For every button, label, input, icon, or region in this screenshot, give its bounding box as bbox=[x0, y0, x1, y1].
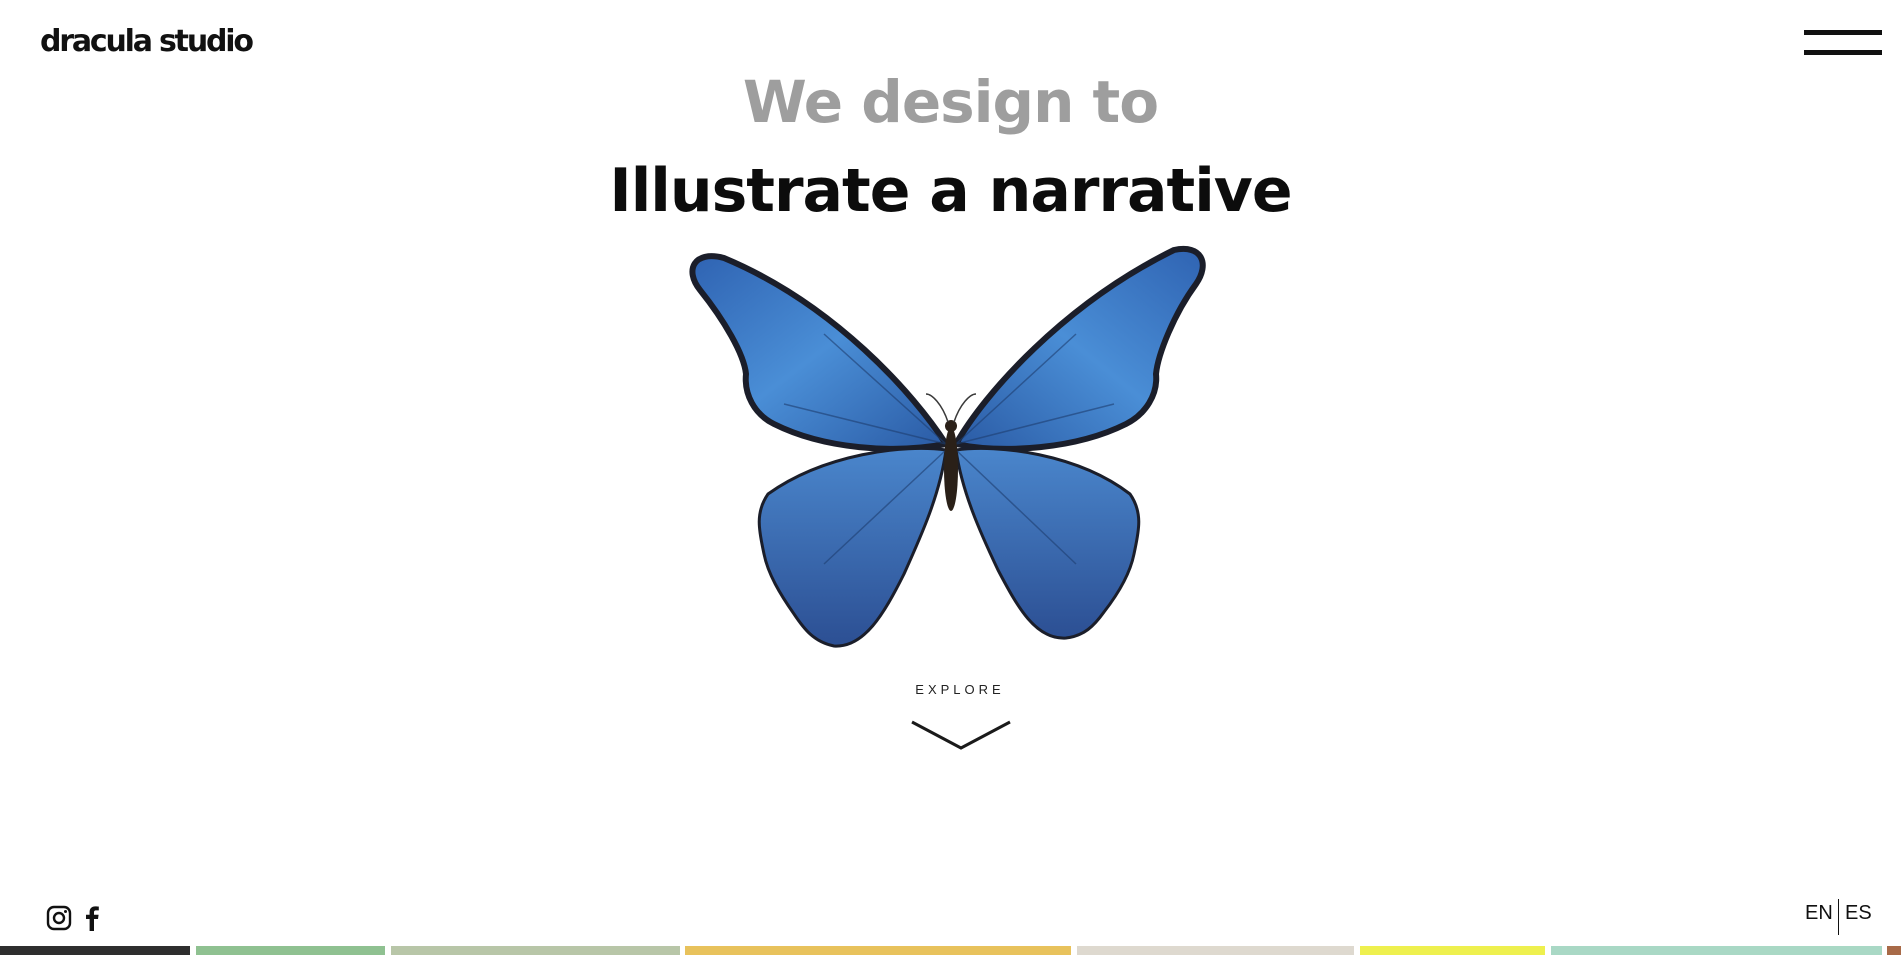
explore-link[interactable]: EXPLORE bbox=[0, 682, 1901, 697]
project-thumbnail[interactable] bbox=[1551, 946, 1882, 955]
project-thumbnail[interactable] bbox=[391, 946, 680, 955]
instagram-icon[interactable] bbox=[45, 904, 73, 932]
menu-line-top bbox=[1804, 30, 1882, 35]
hero-tagline-prefix: We design to bbox=[742, 68, 1159, 136]
project-thumbnail[interactable] bbox=[196, 946, 385, 955]
chevron-down-icon[interactable] bbox=[910, 718, 1012, 752]
project-thumbnail[interactable] bbox=[1360, 946, 1545, 955]
project-thumbnail[interactable] bbox=[685, 946, 1071, 955]
facebook-icon[interactable] bbox=[78, 904, 106, 932]
project-thumbnail[interactable] bbox=[1887, 946, 1901, 955]
menu-hamburger-icon[interactable] bbox=[1804, 28, 1882, 58]
hero-tagline-rotating: Illustrate a narrative bbox=[609, 156, 1292, 226]
language-option-es[interactable]: ES bbox=[1845, 902, 1872, 925]
project-thumbnail-strip bbox=[0, 946, 1901, 955]
language-option-en[interactable]: EN bbox=[1805, 902, 1833, 925]
menu-line-bottom bbox=[1804, 50, 1882, 55]
butterfly-illustration bbox=[689, 245, 1206, 648]
project-thumbnail[interactable] bbox=[0, 946, 190, 955]
language-divider bbox=[1838, 899, 1839, 935]
project-thumbnail[interactable] bbox=[1077, 946, 1354, 955]
site-logo[interactable]: dracula studio bbox=[40, 24, 254, 59]
